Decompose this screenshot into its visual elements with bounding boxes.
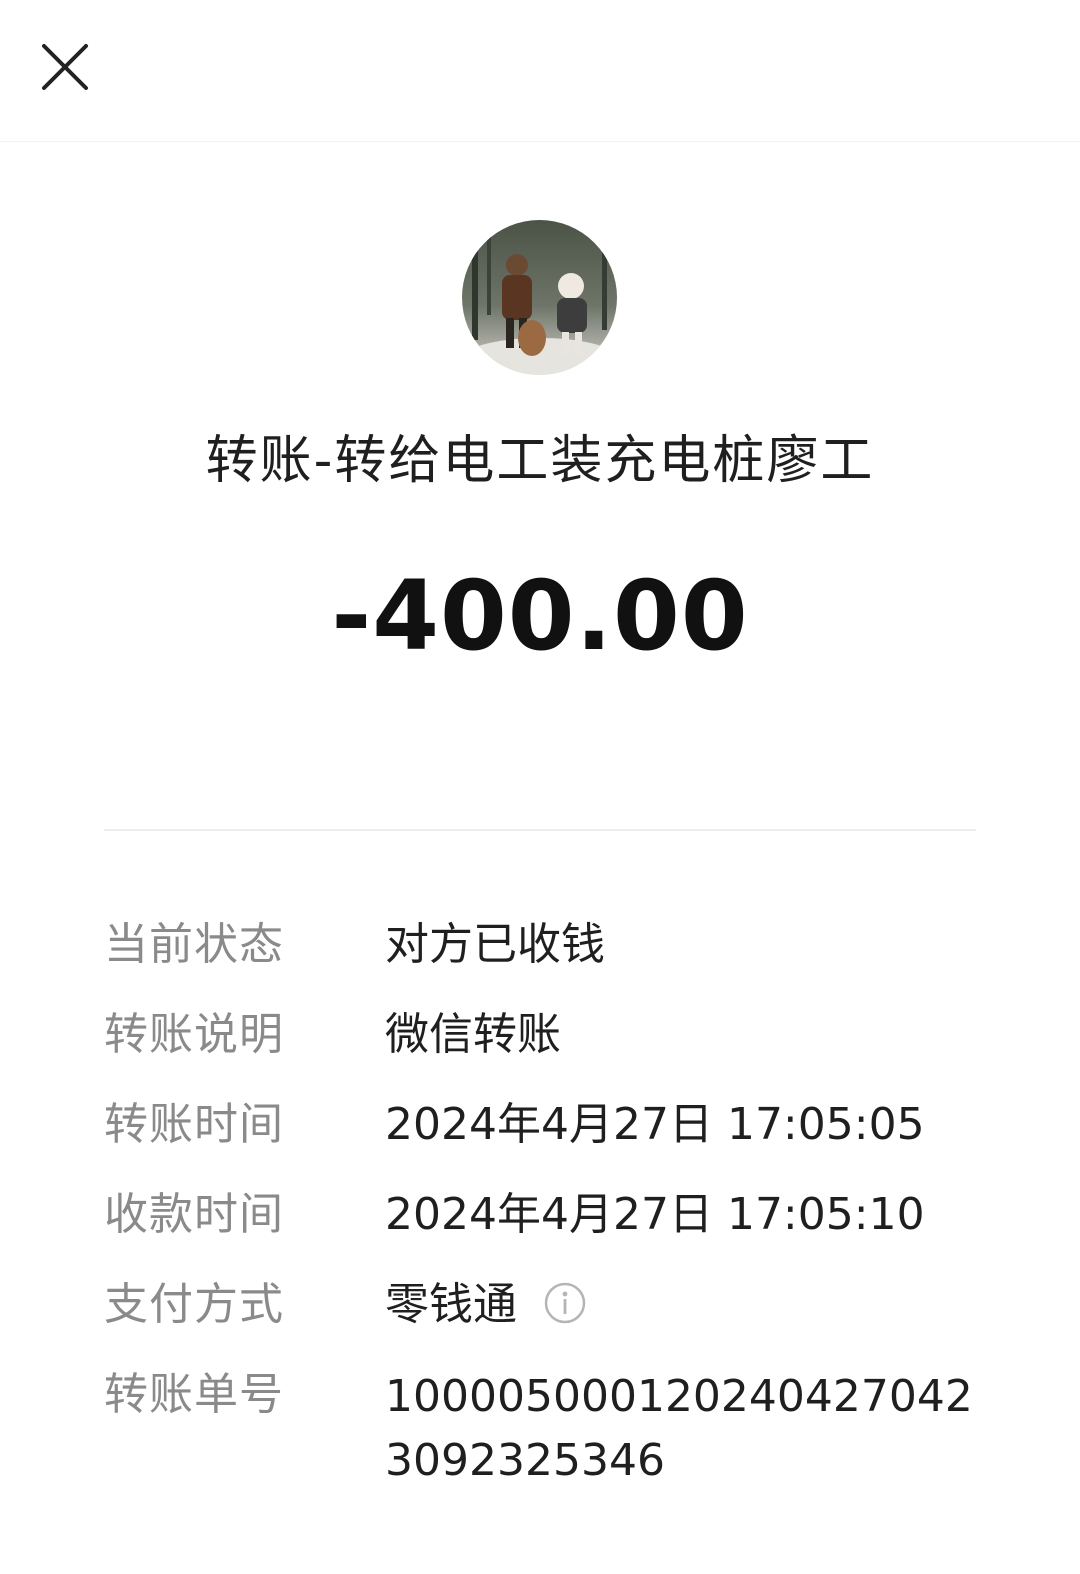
- receive-time-row: 收款时间 2024年4月27日 17:05:10: [104, 1185, 984, 1275]
- order-number-value[interactable]: 1000050001202404270423092325346: [385, 1365, 975, 1493]
- payment-method-row: 支付方式 零钱通: [104, 1275, 984, 1365]
- receive-time-value: 2024年4月27日 17:05:10: [385, 1189, 925, 1240]
- transfer-time-value: 2024年4月27日 17:05:05: [385, 1099, 925, 1150]
- transfer-time-label: 转账时间: [104, 1099, 284, 1150]
- transfer-time-row: 转账时间 2024年4月27日 17:05:05: [104, 1095, 984, 1185]
- close-button[interactable]: [38, 40, 92, 94]
- details-list: 当前状态 对方已收钱 转账说明 微信转账 转账时间 2024年4月27日 17:…: [104, 915, 984, 1486]
- avatar-image: [462, 220, 617, 375]
- top-bar: [0, 0, 1080, 142]
- close-icon: [42, 44, 88, 90]
- remark-label: 转账说明: [104, 1009, 284, 1060]
- receive-time-label: 收款时间: [104, 1189, 284, 1240]
- payment-method-value-wrap: 零钱通: [385, 1275, 975, 1335]
- remark-value: 微信转账: [385, 1009, 561, 1060]
- status-value: 对方已收钱: [385, 919, 605, 970]
- avatar[interactable]: [462, 220, 617, 375]
- payment-method-label: 支付方式: [104, 1279, 284, 1330]
- info-icon[interactable]: [543, 1281, 587, 1325]
- transaction-amount: -400.00: [331, 560, 749, 672]
- payment-method-value: 零钱通: [385, 1279, 517, 1330]
- remark-row: 转账说明 微信转账: [104, 1005, 984, 1095]
- order-number-label: 转账单号: [104, 1369, 284, 1420]
- status-row: 当前状态 对方已收钱: [104, 915, 984, 1005]
- status-label: 当前状态: [104, 919, 284, 970]
- order-number-row: 转账单号 1000050001202404270423092325346: [104, 1365, 984, 1486]
- divider: [104, 829, 976, 831]
- transaction-title: 转账-转给电工装充电桩廖工: [205, 431, 875, 491]
